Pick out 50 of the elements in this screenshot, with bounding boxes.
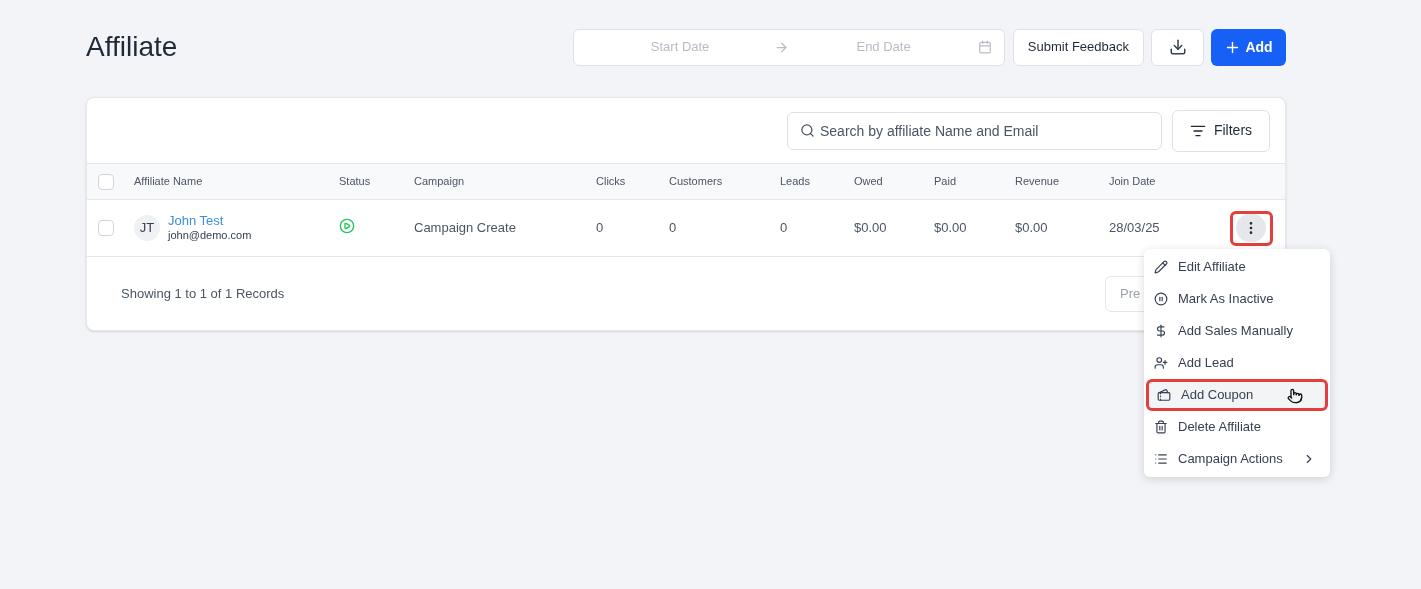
dollar-icon bbox=[1154, 324, 1168, 338]
column-header: Join Date bbox=[1109, 175, 1156, 188]
filters-button[interactable]: Filters bbox=[1172, 109, 1270, 152]
menu-item[interactable]: Add Sales Manually bbox=[1146, 315, 1328, 347]
table-cell: $0.00 bbox=[854, 220, 887, 236]
column-header: Paid bbox=[934, 175, 957, 188]
table-cell: $0.00 bbox=[934, 220, 967, 236]
calendar-icon bbox=[977, 40, 992, 54]
column-header: Customers bbox=[669, 175, 723, 188]
records-summary: Showing 1 to 1 of 1 Records bbox=[121, 285, 286, 304]
pencil-icon bbox=[1154, 260, 1168, 274]
table-cell: 0 bbox=[596, 220, 604, 236]
ticket-icon bbox=[1157, 388, 1171, 402]
table-cell: 28/03/25 bbox=[1109, 220, 1160, 236]
download-icon bbox=[1168, 38, 1187, 56]
search-field[interactable]: Search by affiliate Name and Email bbox=[787, 111, 1162, 150]
menu-item[interactable]: Add Coupon bbox=[1146, 379, 1328, 411]
column-header: Status bbox=[339, 175, 371, 188]
column-header: Owed bbox=[854, 175, 883, 188]
column-header: Affiliate Name bbox=[134, 175, 203, 188]
menu-item[interactable]: Delete Affiliate bbox=[1146, 411, 1328, 443]
table-cell: Campaign Create bbox=[414, 220, 516, 236]
end-date-placeholder: End Date bbox=[855, 38, 912, 57]
checkbox[interactable] bbox=[98, 173, 114, 190]
pause-icon bbox=[1154, 292, 1168, 306]
table-cell: $0.00 bbox=[1015, 220, 1048, 236]
download-button[interactable] bbox=[1151, 28, 1204, 66]
menu-item[interactable]: Campaign Actions bbox=[1146, 443, 1328, 475]
avatar: JT bbox=[134, 215, 160, 241]
submit-feedback-button[interactable]: Submit Feedback bbox=[1012, 28, 1144, 66]
page-title: Affiliate bbox=[86, 30, 179, 64]
hand-cursor-icon bbox=[1287, 388, 1303, 404]
add-button[interactable]: Add bbox=[1211, 28, 1286, 66]
start-date-placeholder: Start Date bbox=[649, 38, 711, 57]
column-header: Leads bbox=[780, 175, 810, 188]
menu-item[interactable]: Add Lead bbox=[1146, 347, 1328, 379]
affiliate-email: john@demo.com bbox=[168, 228, 252, 243]
table-cell: 0 bbox=[669, 220, 677, 236]
list-icon bbox=[1154, 452, 1168, 466]
table-cell: 0 bbox=[780, 220, 788, 236]
trash-icon bbox=[1154, 420, 1168, 434]
affiliate-name-link[interactable]: John Test bbox=[168, 213, 252, 228]
column-header: Clicks bbox=[596, 175, 626, 188]
arrow-icon bbox=[774, 39, 790, 55]
column-header: Campaign bbox=[414, 175, 465, 188]
more-actions-button[interactable] bbox=[1229, 210, 1273, 246]
search-icon bbox=[800, 122, 815, 138]
column-header: Revenue bbox=[1015, 175, 1060, 188]
add-user-icon bbox=[1154, 356, 1168, 370]
checkbox[interactable] bbox=[98, 220, 114, 236]
